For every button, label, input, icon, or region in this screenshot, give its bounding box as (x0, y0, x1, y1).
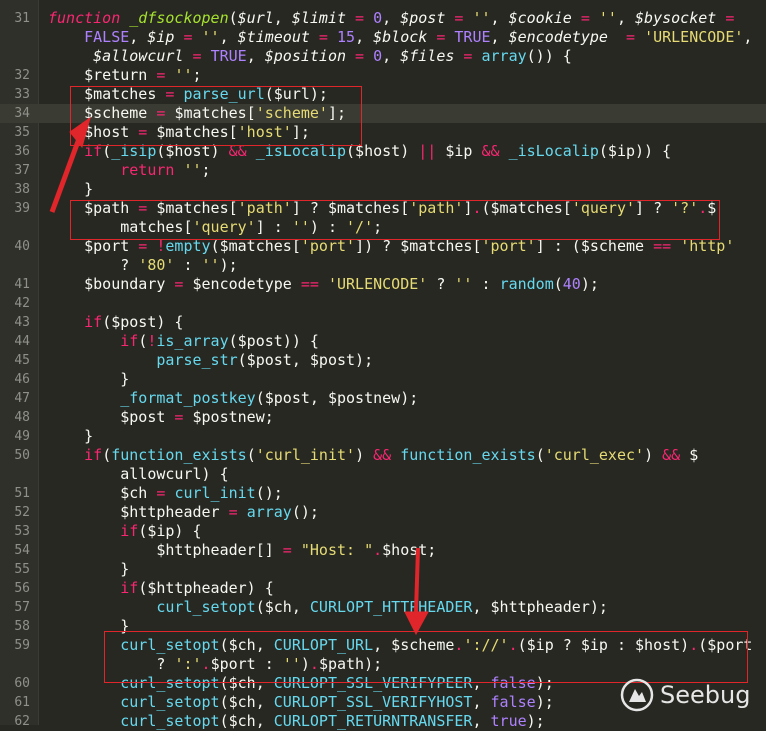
seebug-logo-icon (620, 678, 654, 712)
arrow-up-icon (49, 116, 91, 213)
seebug-watermark: Seebug (620, 678, 750, 712)
watermark-text: Seebug (660, 681, 751, 709)
code-editor[interactable]: 31 function _dfsockopen($url, $limit = 0,… (0, 0, 766, 730)
arrow-down-icon (404, 547, 429, 636)
annotation-arrows (49, 116, 429, 636)
